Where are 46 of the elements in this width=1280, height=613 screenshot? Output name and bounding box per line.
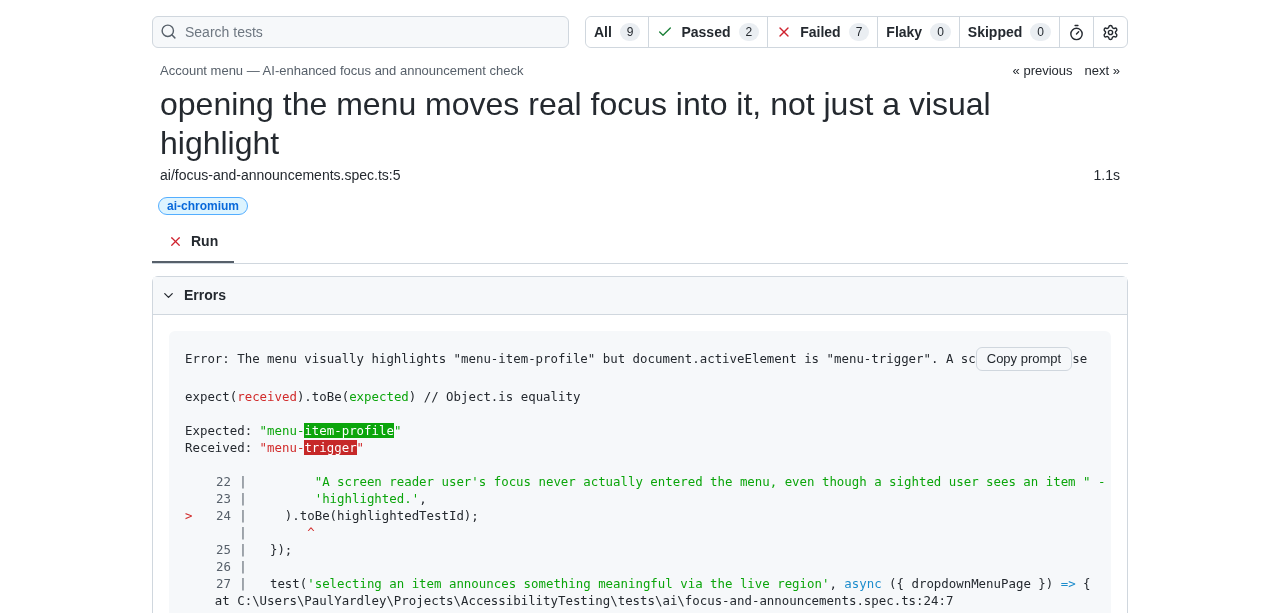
tag-label: ai-chromium [158,196,248,215]
test-title: opening the menu moves real focus into it, not just a visual highlight [159,84,992,163]
count-badge: 9 [619,23,641,41]
duration: 1.1s [1093,165,1120,185]
file-location: ai/focus-and-announcements.spec.ts:5 [160,165,401,185]
expected-line: Expected: "menu-item-profile" [185,422,402,438]
stack-trace: at C:\Users\PaulYardley\Projects\AccessibilityTesting\tests\ai\focus-and-announcements.spec.ts:24:7 [213,592,954,608]
gutter-separator: | [239,524,247,540]
line-number: 23 [216,490,231,506]
gutter-separator: | [239,473,247,489]
gutter-separator: | [239,507,247,523]
code-line: }); [268,540,293,558]
count-badge: 0 [930,23,951,41]
code-line: ^ [306,523,315,541]
count-badge: 7 [848,23,870,41]
stopwatch-icon [1068,23,1085,41]
error-message-tail: se [1072,350,1088,367]
gutter-separator: | [239,541,247,557]
breadcrumb: Account menu — AI-enhanced focus and announcement check [160,62,524,80]
count-badge: 0 [1030,23,1051,41]
settings-icon [1102,23,1119,41]
search-field[interactable]: Search tests [152,16,569,48]
line-number: 22 [216,473,231,489]
gutter-separator: | [239,575,247,591]
line-number: 24 [216,507,231,523]
cross-icon [168,234,183,249]
matcher-line: expect(received).toBe(expected) // Object.is equality [185,388,581,404]
run-tab[interactable]: Run [152,222,235,263]
search-icon [160,23,177,40]
next-link[interactable]: next » [1084,61,1120,81]
errors-header[interactable]: Errors [153,276,1127,315]
error-message: Error: The menu visually highlights "menu-item-profile" but document.activeElement is "menu-trigger". A sc [185,350,976,367]
code-line: 'highlighted.', [313,489,427,507]
line-number: 25 [216,541,231,557]
code-line: test('selecting an item announces something meaningful via the live region', async ({ dropdownMenuPage }) => { [268,574,1091,592]
line-number: 27 [216,575,231,591]
filter-tab[interactable]: All 9 [585,17,650,47]
code-line: "A screen reader user's focus never actually entered the menu, even though a sighted user sees an item " - [313,472,1106,490]
current-line-marker: > [185,507,193,523]
code-line: ).toBe(highlightedTestId); [283,506,479,524]
previous-link[interactable]: « previous [1012,61,1073,81]
gutter-separator: | [239,490,247,506]
copy-prompt-button[interactable]: Copy prompt [975,346,1073,371]
gutter-separator: | [239,558,247,574]
count-badge: 2 [738,23,760,41]
line-number: 26 [216,558,231,574]
